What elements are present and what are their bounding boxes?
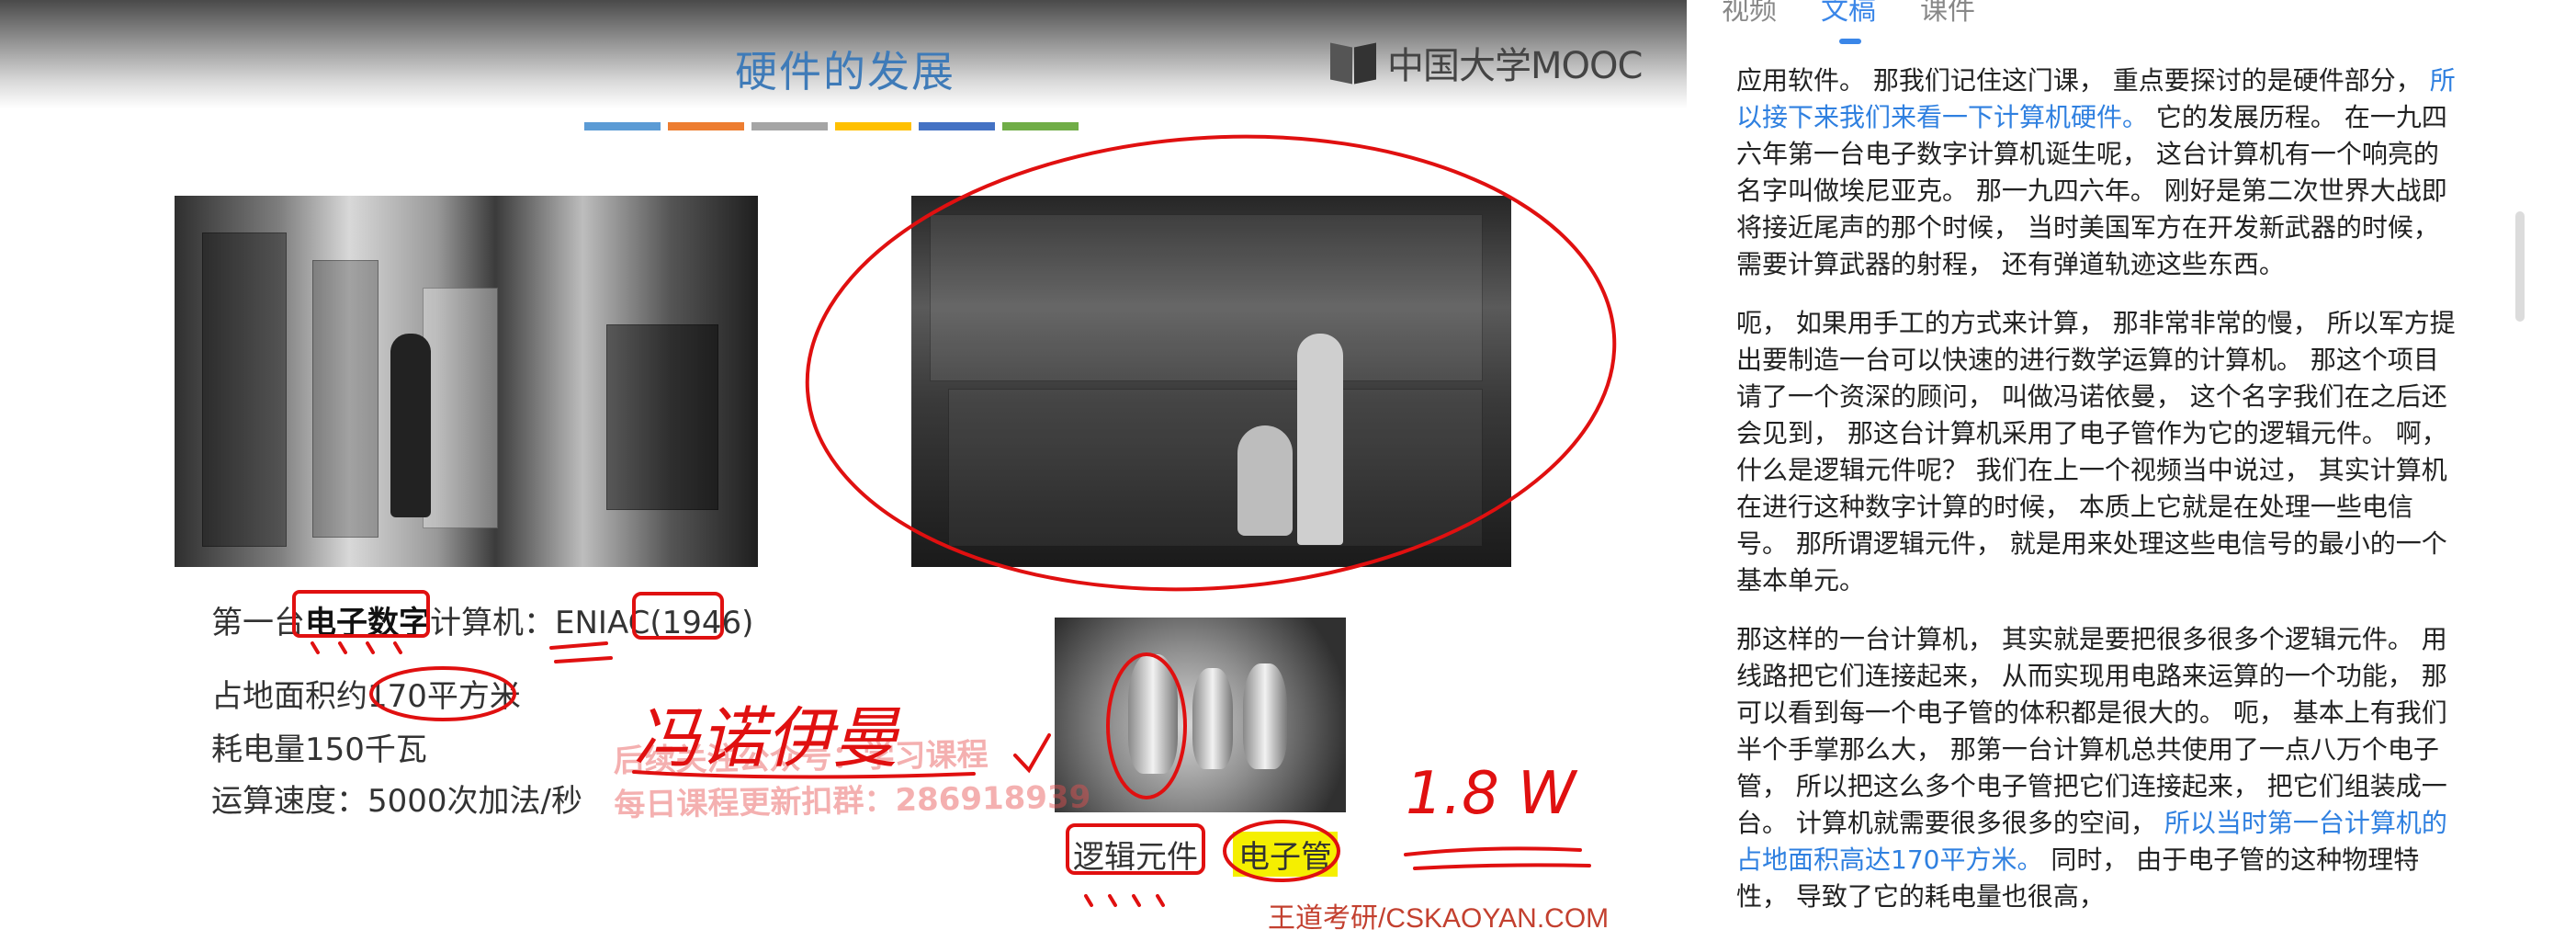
caption-logic-element: 逻辑元件 bbox=[1073, 839, 1198, 876]
tab-transcript[interactable]: 文稿 bbox=[1821, 0, 1876, 44]
eniac-photo-women bbox=[911, 196, 1511, 567]
transcript-paragraph: 那这样的一台计算机， 其实就是要把很多很多个逻辑元件。 用线路把它们连接起来， … bbox=[1736, 621, 2462, 915]
slide-footer: 王道考研/CSKAOYAN.COM bbox=[1268, 903, 1610, 934]
fact-area-prefix: 占地面积约 bbox=[211, 678, 367, 715]
video-player[interactable]: 硬件的发展 中国大学MOOC 第一台电子数字计算机：ENIAC(1946) 占地… bbox=[0, 0, 1688, 941]
fact-speed: 运算速度：5000次加法/秒 bbox=[211, 783, 582, 820]
tab-bar: 视频 文稿 课件 bbox=[1722, 0, 1975, 44]
underline-power bbox=[1404, 846, 1582, 856]
transcript-paragraph: 呃， 如果用手工的方式来计算， 那非常非常的慢， 所以军方提出要制造一台可以快速… bbox=[1736, 305, 2462, 599]
vacuum-tube-photo bbox=[1055, 618, 1346, 812]
caption-vacuum-tube: 电子管 bbox=[1233, 832, 1338, 877]
watermark-line-2: 每日课程更新扣群：286918939 bbox=[614, 778, 1091, 824]
eniac-photo-operator bbox=[175, 196, 758, 567]
fact-eniac: 计算机：ENIAC bbox=[430, 605, 650, 641]
color-bar-segment bbox=[668, 122, 744, 130]
transcript-paragraph: 应用软件。 那我们记住这门课， 重点要探讨的是硬件部分， 所以接下来我们来看一下… bbox=[1736, 62, 2462, 283]
fact-first-computer: 第一台电子数字计算机：ENIAC(1946) bbox=[211, 597, 753, 642]
color-bar-segment bbox=[919, 122, 995, 130]
color-bar-segment bbox=[1002, 122, 1079, 130]
dots-digital bbox=[311, 641, 402, 654]
dots-logic bbox=[1084, 894, 1165, 907]
slide-title: 硬件的发展 bbox=[735, 47, 955, 96]
tab-video[interactable]: 视频 bbox=[1722, 0, 1777, 42]
transcript-segment: 应用软件。 那我们记住这门课， 重点要探讨的是硬件部分， bbox=[1736, 65, 2430, 96]
underline-power-2 bbox=[1413, 863, 1591, 870]
watermark: 后续关注公众号：学习课程 每日课程更新扣群：286918939 bbox=[613, 731, 1091, 827]
scrollbar[interactable] bbox=[2515, 211, 2525, 322]
fact-power: 耗电量150千瓦 bbox=[211, 731, 427, 768]
transcript-panel: 视频 文稿 课件 应用软件。 那我们记住这门课， 重点要探讨的是硬件部分， 所以… bbox=[1687, 0, 2576, 941]
fact-area-value: 170平方米 bbox=[367, 678, 521, 715]
book-icon bbox=[1330, 41, 1378, 84]
transcript-segment: 呃， 如果用手工的方式来计算， 那非常非常的慢， 所以军方提出要制造一台可以快速… bbox=[1736, 308, 2456, 595]
transcript-text[interactable]: 应用软件。 那我们记住这门课， 重点要探讨的是硬件部分， 所以接下来我们来看一下… bbox=[1736, 62, 2462, 937]
color-bar-segment bbox=[751, 122, 828, 130]
transcript-segment: 那这样的一台计算机， 其实就是要把很多很多个逻辑元件。 用线路把它们连接起来， … bbox=[1736, 624, 2447, 838]
color-bar-segment bbox=[584, 122, 661, 130]
double-dash bbox=[549, 641, 613, 663]
tab-courseware[interactable]: 课件 bbox=[1920, 0, 1975, 42]
fact-area: 占地面积约170平方米 bbox=[211, 671, 521, 716]
fact-first-prefix: 第一台 bbox=[211, 605, 305, 641]
color-bar-segment bbox=[835, 122, 911, 130]
fact-electronic-digital: 电子数字 bbox=[305, 605, 430, 641]
logo-text: 中国大学MOOC bbox=[1387, 45, 1643, 87]
handwriting-power: 1.8 W bbox=[1406, 760, 1578, 828]
mooc-logo: 中国大学MOOC bbox=[1330, 35, 1643, 90]
fact-year: (1946) bbox=[650, 605, 754, 641]
color-bar bbox=[584, 122, 1079, 130]
